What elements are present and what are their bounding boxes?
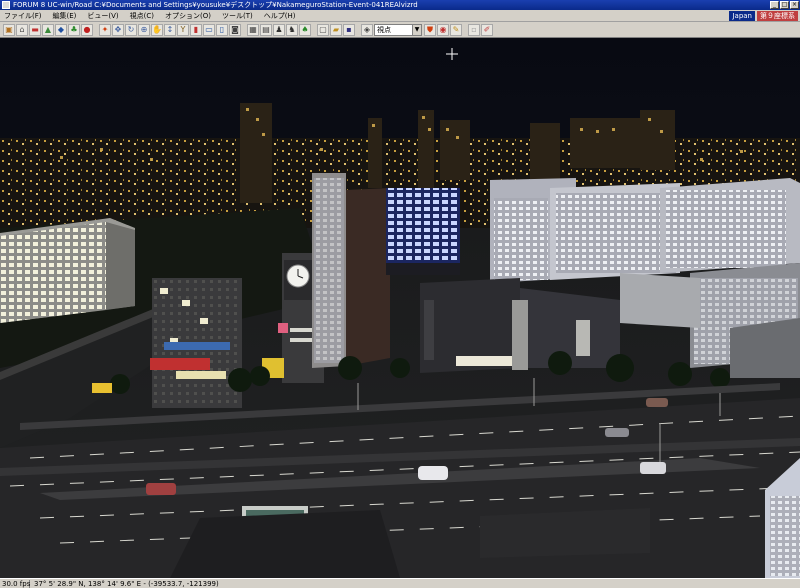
grid-icon[interactable]: ▦	[247, 23, 259, 36]
toolbar-separator	[242, 24, 246, 36]
film-icon[interactable]: ▤	[260, 23, 272, 36]
rotate-icon[interactable]: ↻	[125, 23, 137, 36]
app-icon	[2, 1, 10, 9]
menu-tools[interactable]: ツール(T)	[222, 11, 253, 21]
shield-icon[interactable]: ⛊	[424, 23, 436, 36]
script-icon[interactable]: ✎	[450, 23, 462, 36]
traffic-signal-icon[interactable]: ●	[81, 23, 93, 36]
status-bar: 30.0 fps 37° 5' 28.9" N, 138° 14' 9.6" E…	[0, 578, 800, 588]
fps-readout: 30.0 fps	[2, 579, 31, 588]
model-icon[interactable]: ◆	[55, 23, 67, 36]
menu-bar: ファイル(F) 編集(E) ビュー(V) 視点(C) オプション(O) ツール(…	[0, 10, 800, 22]
night-city-scene	[0, 38, 800, 578]
landscape-tree-icon[interactable]: ♠	[299, 23, 311, 36]
vehicle-icon[interactable]: ▬	[29, 23, 41, 36]
viewpoint-select[interactable]: 視点 ▼	[374, 23, 422, 36]
folder-icon[interactable]: ▰	[330, 23, 342, 36]
coordinate-readout: 37° 5' 28.9" N, 138° 14' 9.6" E - (-3953…	[34, 579, 219, 588]
menu-viewpoint[interactable]: 視点(C)	[130, 11, 154, 21]
zoom-icon[interactable]: ⊕	[138, 23, 150, 36]
menu-edit[interactable]: 編集(E)	[53, 11, 77, 21]
new-file-icon[interactable]: ▢	[317, 23, 329, 36]
menu-file[interactable]: ファイル(F)	[4, 11, 42, 21]
record-icon[interactable]: ◉	[437, 23, 449, 36]
building	[0, 218, 135, 323]
open-project-icon[interactable]: ▣	[3, 23, 15, 36]
terrain-icon[interactable]: ▲	[42, 23, 54, 36]
road-edit-icon[interactable]: ⌂	[16, 23, 28, 36]
toolbar-separator	[356, 24, 360, 36]
person-icon[interactable]: ♟	[273, 23, 285, 36]
edit-icon[interactable]: ✐	[481, 23, 493, 36]
toolbar: ▣ ⌂ ▬ ▲ ◆ ♣ ● ✦ ✥ ↻ ⊕ ✋ ↕ Y ▮ ▭ ▯ ◙ ▦ ▤ …	[0, 22, 800, 38]
chevron-down-icon[interactable]: ▼	[412, 24, 421, 35]
language-indicator[interactable]: Japan	[729, 10, 755, 21]
coordinate-system-indicator[interactable]: 第９座標系	[757, 10, 798, 21]
pan-icon[interactable]: ✋	[151, 23, 163, 36]
people-icon[interactable]: ♞	[286, 23, 298, 36]
drive-icon[interactable]: ▮	[190, 23, 202, 36]
tree-icon[interactable]: ♣	[68, 23, 80, 36]
camera-icon[interactable]: ◙	[229, 23, 241, 36]
menu-options[interactable]: オプション(O)	[165, 11, 211, 21]
window-title: FORUM 8 UC-win/Road C:¥Documents and Set…	[13, 1, 418, 9]
toolbar-separator	[312, 24, 316, 36]
menu-help[interactable]: ヘルプ(H)	[264, 11, 296, 21]
building	[312, 173, 390, 368]
select-icon[interactable]: ✦	[99, 23, 111, 36]
close-button[interactable]: ×	[790, 1, 799, 9]
3d-viewport[interactable]	[0, 38, 800, 578]
menu-view[interactable]: ビュー(V)	[87, 11, 118, 21]
walk-icon[interactable]: ↕	[164, 23, 176, 36]
save-icon[interactable]: ▪	[343, 23, 355, 36]
viewpoint-select-value: 視点	[377, 25, 391, 34]
maximize-button[interactable]: □	[780, 1, 789, 9]
car-icon[interactable]: ▭	[203, 23, 215, 36]
viewpoint-icon[interactable]: ◈	[361, 23, 373, 36]
bus-icon[interactable]: ▯	[216, 23, 228, 36]
move-icon[interactable]: ✥	[112, 23, 124, 36]
disabled-tool-icon[interactable]: ▫	[468, 23, 480, 36]
minimize-button[interactable]: _	[770, 1, 779, 9]
building	[150, 278, 242, 408]
title-bar: FORUM 8 UC-win/Road C:¥Documents and Set…	[0, 0, 800, 10]
toolbar-separator	[463, 24, 467, 36]
toolbar-separator	[94, 24, 98, 36]
building	[386, 188, 460, 275]
fly-icon[interactable]: Y	[177, 23, 189, 36]
